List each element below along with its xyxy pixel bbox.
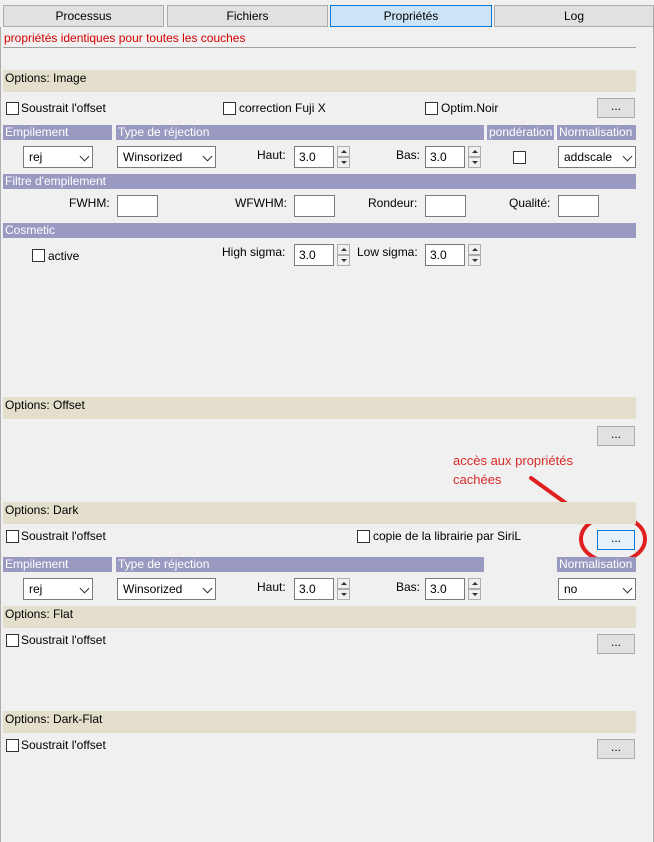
spin-up-icon[interactable] <box>337 578 350 589</box>
dark-reject-select[interactable]: Winsorized <box>117 578 216 600</box>
dark-more-button[interactable]: ... <box>597 530 635 550</box>
dark-stack-value: rej <box>29 582 43 596</box>
darkflat-subtract-offset-label: Soustrait l'offset <box>21 738 106 752</box>
dark-header-norm: Normalisation <box>557 557 636 572</box>
dark-bas-label: Bas: <box>396 580 421 594</box>
flat-more-button[interactable]: ... <box>597 634 635 654</box>
dark-norm-select[interactable]: no <box>558 578 636 600</box>
section-flat-title: Options: Flat <box>3 606 636 628</box>
spin-up-icon[interactable] <box>468 578 481 589</box>
dark-bas-spinner[interactable] <box>468 578 481 600</box>
dark-stack-select[interactable]: rej <box>23 578 93 600</box>
dark-subtract-offset-checkbox[interactable] <box>6 530 19 543</box>
darkflat-subtract-offset-checkbox[interactable] <box>6 739 19 752</box>
flat-subtract-offset-checkbox[interactable] <box>6 634 19 647</box>
dark-header-stack: Empilement <box>3 557 112 572</box>
flat-subtract-offset-label: Soustrait l'offset <box>21 633 106 647</box>
darkflat-more-button[interactable]: ... <box>597 739 635 759</box>
copy-lib-checkbox[interactable] <box>357 530 370 543</box>
chevron-down-icon <box>622 583 633 594</box>
dark-bas-input[interactable]: 3.0 <box>425 578 465 600</box>
spin-down-icon[interactable] <box>468 589 481 600</box>
dark-haut-spinner[interactable] <box>337 578 350 600</box>
chevron-down-icon <box>202 583 213 594</box>
dark-subtract-offset-label: Soustrait l'offset <box>21 529 106 543</box>
section-darkflat-title: Options: Dark-Flat <box>3 711 636 733</box>
chevron-down-icon <box>79 583 90 594</box>
dark-haut-label: Haut: <box>257 580 286 594</box>
copy-lib-label: copie de la librairie par SiriL <box>373 529 522 543</box>
dark-haut-input[interactable]: 3.0 <box>294 578 334 600</box>
dark-norm-value: no <box>564 582 578 596</box>
section-dark-title: Options: Dark <box>3 502 636 524</box>
spin-down-icon[interactable] <box>337 589 350 600</box>
dark-reject-value: Winsorized <box>123 582 183 596</box>
dark-header-reject: Type de réjection <box>116 557 484 572</box>
